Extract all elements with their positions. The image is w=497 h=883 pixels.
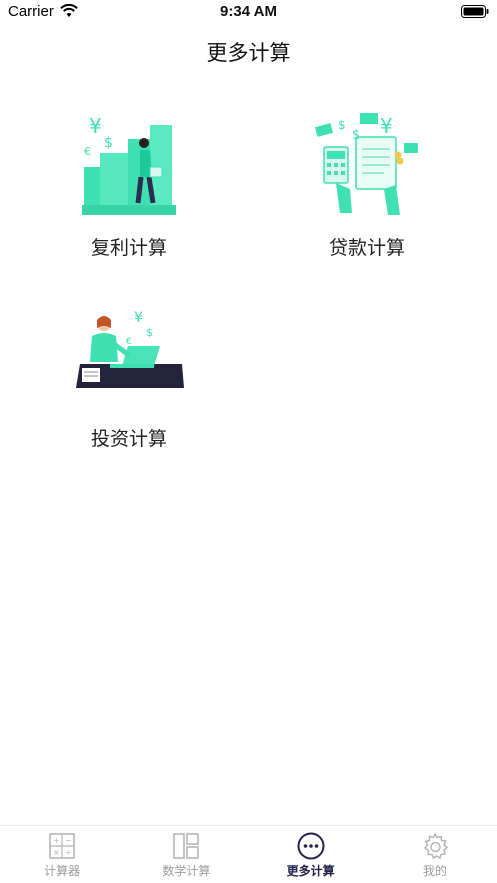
svg-text:€: € <box>126 337 132 347</box>
layout-icon <box>173 833 200 859</box>
tab-calculator-label: 计算器 <box>44 864 81 878</box>
svg-text:−: − <box>65 836 72 845</box>
svg-text:$: $ <box>104 135 113 151</box>
loan-label: 贷款计算 <box>328 237 405 259</box>
more-icon <box>297 832 325 860</box>
loan-illustration: $ $ ¥ <box>314 113 418 215</box>
calculator-icon: + − × ÷ <box>49 833 75 859</box>
svg-text:¥: ¥ <box>134 310 143 326</box>
tab-more-label: 更多计算 <box>286 864 335 878</box>
tab-mine-label: 我的 <box>422 864 447 878</box>
svg-text:$: $ <box>146 326 153 339</box>
tab-calculator[interactable]: + − × ÷ 计算器 <box>0 826 124 883</box>
page-title: 更多计算 <box>206 41 291 65</box>
svg-text:÷: ÷ <box>65 848 72 857</box>
svg-text:¥: ¥ <box>380 114 393 138</box>
svg-text:$: $ <box>338 118 346 132</box>
status-bar: Carrier 9:34 AM <box>0 0 497 26</box>
compound-interest-label: 复利计算 <box>90 237 167 259</box>
tab-more[interactable]: 更多计算 <box>249 826 373 883</box>
investment-label: 投资计算 <box>90 428 167 450</box>
investment-illustration: ¥ $ € <box>76 310 184 388</box>
tab-bar: + − × ÷ 计算器 数学计算 更多计算 我的 <box>0 825 497 883</box>
tab-mine[interactable]: 我的 <box>373 826 497 883</box>
investment-card[interactable]: ¥ $ € 投资计算 <box>54 296 204 476</box>
compound-interest-illustration: ¥ $ € <box>82 114 176 215</box>
loan-card[interactable]: $ $ ¥ 贷款计算 <box>292 105 442 285</box>
svg-text:¥: ¥ <box>89 114 102 138</box>
svg-text:$: $ <box>352 128 360 143</box>
battery-icon <box>461 5 489 18</box>
svg-text:€: € <box>84 145 91 158</box>
tab-math-label: 数学计算 <box>162 864 211 878</box>
svg-text:+: + <box>53 836 60 845</box>
gear-icon <box>423 832 449 860</box>
status-time: 9:34 AM <box>220 3 277 20</box>
svg-text:×: × <box>53 848 60 857</box>
compound-interest-card[interactable]: ¥ $ € 复利计算 <box>54 105 204 285</box>
tab-math[interactable]: 数学计算 <box>124 826 248 883</box>
